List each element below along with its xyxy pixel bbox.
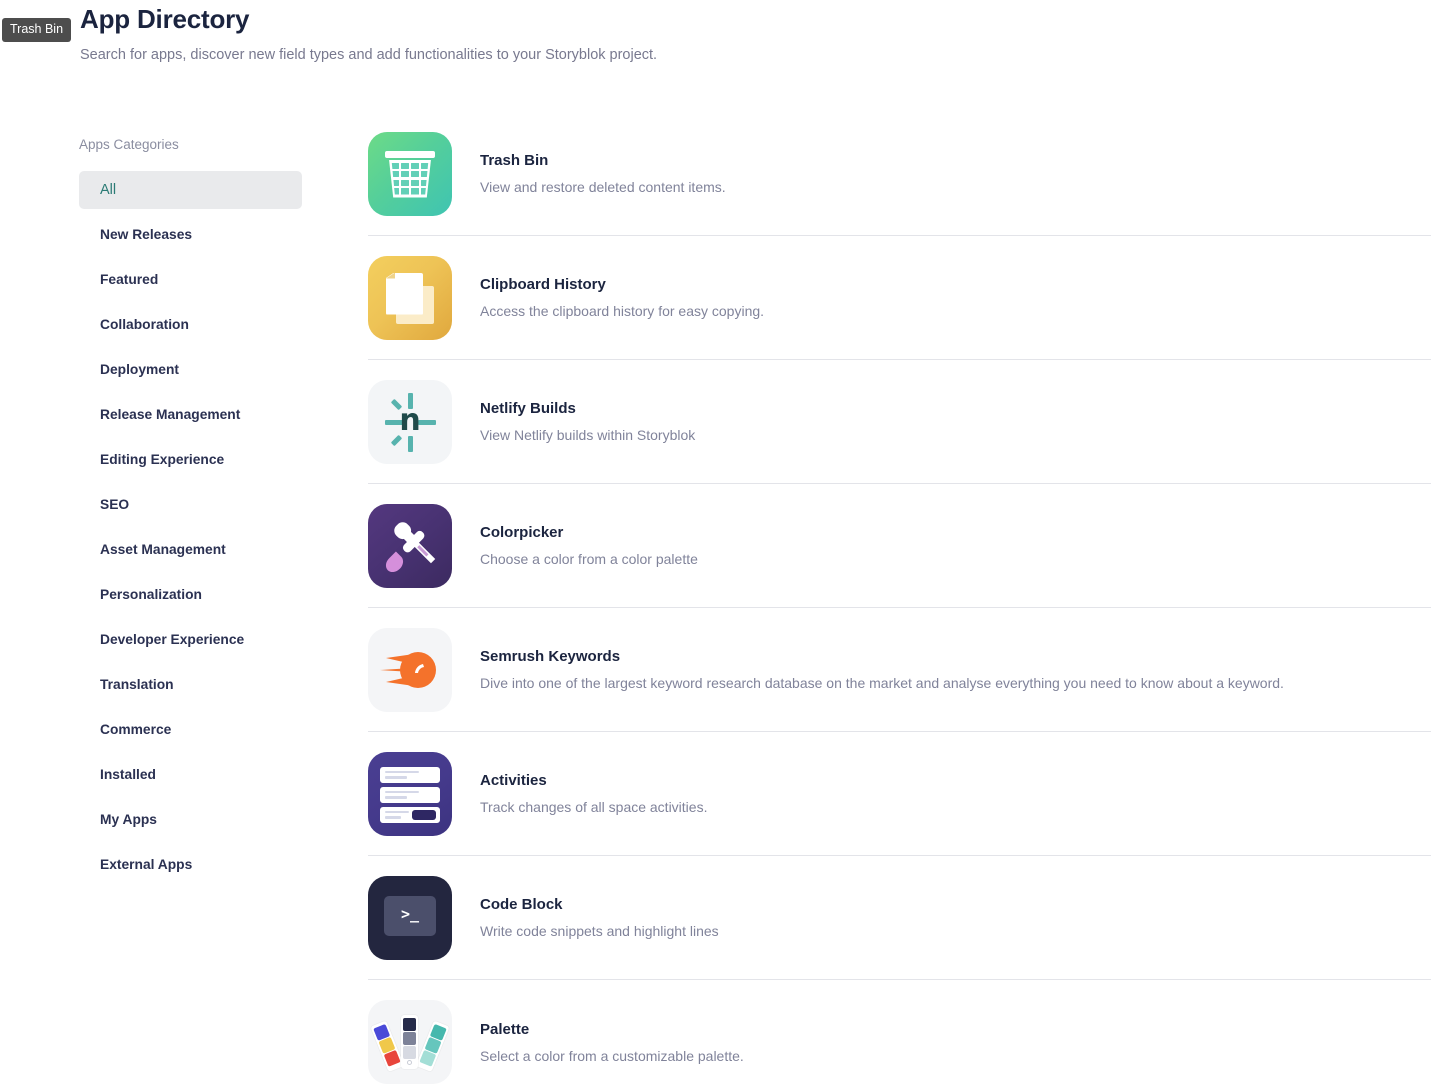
sidebar-item-asset-management[interactable]: Asset Management [79, 531, 302, 569]
app-text: Netlify Builds View Netlify builds withi… [480, 401, 695, 442]
sidebar-item-label: Personalization [100, 587, 202, 602]
netlify-icon: n [368, 379, 452, 464]
app-description: Dive into one of the largest keyword res… [480, 675, 1284, 691]
page-title: App Directory [80, 4, 250, 34]
sidebar-item-commerce[interactable]: Commerce [79, 711, 302, 749]
page-header: App Directory Search for apps, discover … [80, 0, 657, 63]
app-name: Trash Bin [480, 152, 549, 169]
app-row-activities[interactable]: Activities Track changes of all space ac… [368, 732, 1431, 856]
eyedropper-icon [368, 503, 452, 588]
app-directory-page: Trash Bin App Directory Search for apps,… [0, 0, 1431, 1088]
semrush-comet-icon [368, 627, 452, 712]
app-text: Code Block Write code snippets and highl… [480, 897, 719, 938]
sidebar-item-all[interactable]: All [79, 170, 302, 209]
eyedropper-glyph [394, 521, 436, 563]
app-name: Palette [480, 1020, 530, 1038]
app-name: Code Block [480, 896, 563, 913]
app-text: Activities Track changes of all space ac… [480, 773, 707, 814]
app-text: Semrush Keywords Dive into one of the la… [480, 649, 1284, 690]
terminal-icon: >_ [368, 875, 452, 960]
app-name: Semrush Keywords [480, 648, 621, 665]
sidebar-item-label: Translation [100, 677, 174, 692]
app-row-clipboard-history[interactable]: Clipboard History Access the clipboard h… [368, 236, 1431, 360]
sidebar-item-label: Asset Management [100, 542, 226, 557]
category-list: All New Releases Featured Collaboration … [79, 170, 302, 884]
app-description: View and restore deleted content items. [480, 179, 726, 195]
app-row-netlify-builds[interactable]: n Netlify Builds View Netlify builds wit… [368, 360, 1431, 484]
app-description: Choose a color from a color palette [480, 551, 698, 567]
sidebar-item-label: My Apps [100, 812, 157, 827]
sidebar-item-label: Commerce [100, 722, 172, 737]
sidebar-item-developer-experience[interactable]: Developer Experience [79, 621, 302, 659]
app-text: Colorpicker Choose a color from a color … [480, 525, 698, 566]
sidebar-item-new-releases[interactable]: New Releases [79, 216, 302, 254]
app-list: Trash Bin View and restore deleted conte… [368, 112, 1431, 1088]
sidebar-heading: Apps Categories [79, 137, 179, 152]
sidebar-item-seo[interactable]: SEO [79, 486, 302, 524]
app-row-colorpicker[interactable]: Colorpicker Choose a color from a color … [368, 484, 1431, 608]
app-name: Clipboard History [480, 276, 606, 293]
app-description: View Netlify builds within Storyblok [480, 427, 696, 443]
semrush-glyph [380, 651, 436, 688]
sidebar-item-release-management[interactable]: Release Management [79, 396, 302, 434]
app-name: Activities [480, 772, 547, 789]
app-description: Select a color from a customizable palet… [480, 1047, 744, 1064]
trash-bin-icon [368, 131, 452, 216]
app-name: Netlify Builds [480, 400, 576, 417]
sidebar-item-label: Featured [100, 272, 159, 287]
clipboard-history-icon [368, 255, 452, 340]
app-text: Clipboard History Access the clipboard h… [480, 277, 764, 318]
sidebar-item-external-apps[interactable]: External Apps [79, 846, 302, 884]
sidebar-item-installed[interactable]: Installed [79, 756, 302, 794]
trash-bin-tooltip: Trash Bin [2, 18, 72, 42]
sidebar-item-label: Collaboration [100, 317, 189, 332]
sidebar-item-deployment[interactable]: Deployment [79, 351, 302, 389]
sidebar-item-label: New Releases [100, 227, 193, 242]
sidebar-item-translation[interactable]: Translation [79, 666, 302, 704]
app-row-palette[interactable]: Palette Select a color from a customizab… [368, 980, 1431, 1088]
app-row-semrush-keywords[interactable]: Semrush Keywords Dive into one of the la… [368, 608, 1431, 732]
app-description: Write code snippets and highlight lines [480, 923, 719, 939]
app-name: Colorpicker [480, 524, 564, 541]
sidebar-item-label: Editing Experience [100, 452, 225, 467]
sidebar-item-collaboration[interactable]: Collaboration [79, 306, 302, 344]
app-text: Palette Select a color from a customizab… [480, 1022, 744, 1063]
app-row-trash-bin[interactable]: Trash Bin View and restore deleted conte… [368, 112, 1431, 236]
sidebar-item-label: External Apps [100, 857, 193, 872]
sidebar-item-featured[interactable]: Featured [79, 261, 302, 299]
apps-categories-sidebar: Apps Categories All New Releases Feature… [79, 138, 302, 891]
app-text: Trash Bin View and restore deleted conte… [480, 153, 726, 194]
app-description: Track changes of all space activities. [480, 799, 708, 815]
sidebar-item-label: Developer Experience [100, 632, 245, 647]
app-description: Access the clipboard history for easy co… [480, 303, 765, 319]
sidebar-item-label: SEO [100, 497, 130, 512]
sidebar-item-my-apps[interactable]: My Apps [79, 801, 302, 839]
sidebar-item-label: Release Management [100, 407, 241, 422]
color-fan-icon [368, 1000, 452, 1084]
page-subtitle: Search for apps, discover new field type… [80, 47, 658, 63]
app-row-code-block[interactable]: >_ Code Block Write code snippets and hi… [368, 856, 1431, 980]
sidebar-item-label: All [100, 181, 117, 198]
sidebar-item-label: Deployment [100, 362, 179, 377]
sidebar-item-personalization[interactable]: Personalization [79, 576, 302, 614]
activity-list-icon [368, 751, 452, 836]
sidebar-item-label: Installed [100, 767, 156, 782]
sidebar-item-editing-experience[interactable]: Editing Experience [79, 441, 302, 479]
